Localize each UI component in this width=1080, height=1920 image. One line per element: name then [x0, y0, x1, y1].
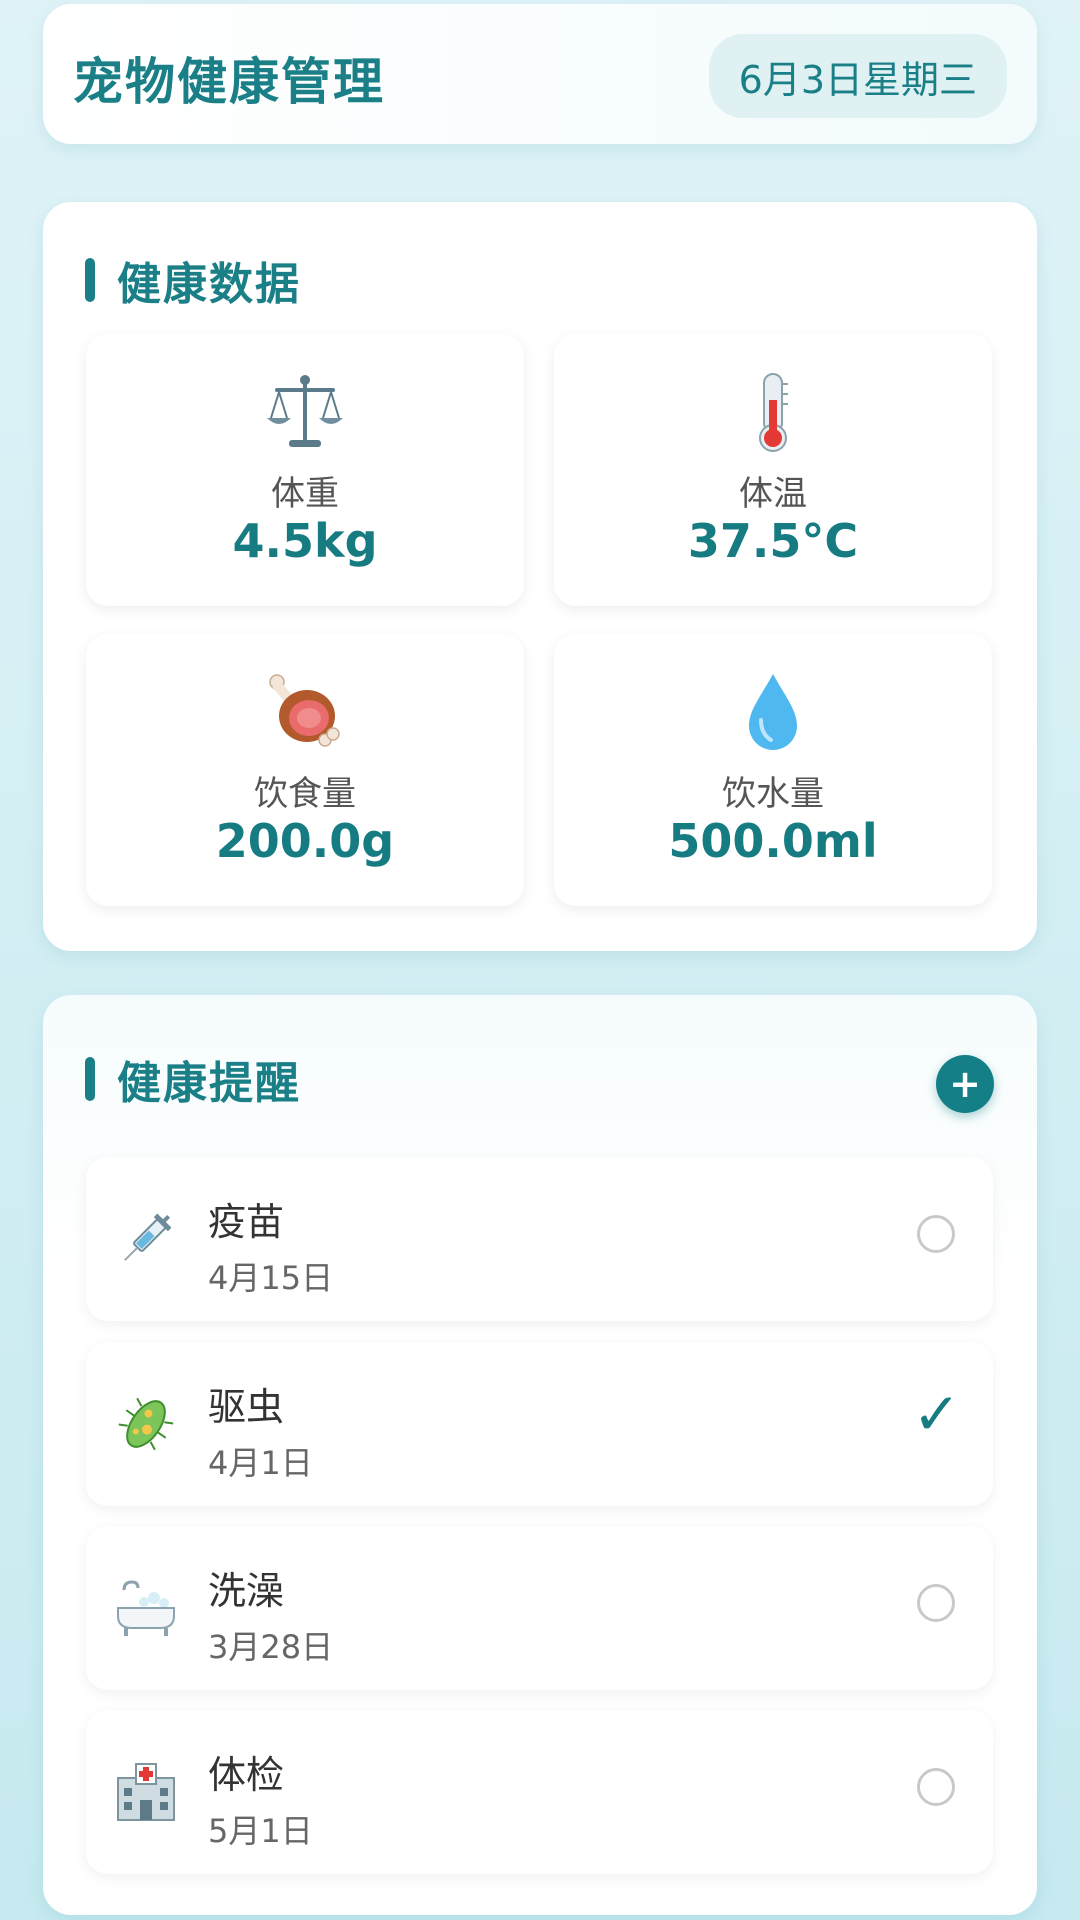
- stat-label: 饮食量: [254, 774, 356, 814]
- reminder-checkbox[interactable]: [917, 1584, 955, 1622]
- reminder-date: 5月1日: [208, 1812, 313, 1850]
- reminder-item-vaccine[interactable]: 疫苗 4月15日: [86, 1157, 993, 1321]
- reminder-item-deworm[interactable]: 驱虫 4月1日 ✓: [86, 1342, 993, 1506]
- reminder-item-checkup[interactable]: 体检 5月1日: [86, 1710, 993, 1874]
- thermometer-icon: [554, 370, 992, 454]
- reminder-date: 3月28日: [208, 1628, 334, 1666]
- stat-label: 体温: [739, 474, 807, 514]
- stat-value: 500.0ml: [668, 814, 878, 868]
- reminder-card: 健康提醒 + 疫苗 4月15日 驱虫 4月1日 ✓ 洗澡 3月28日 体检 5月…: [43, 995, 1037, 1915]
- health-data-card: 健康数据 体重 4.5kg 体温 37.5°C 饮食量 200.0g 饮水量 5…: [43, 202, 1037, 951]
- section-accent-bar: [85, 258, 95, 302]
- reminders-heading: 健康提醒: [85, 1047, 301, 1111]
- health-data-heading: 健康数据: [85, 248, 301, 312]
- stat-value: 200.0g: [215, 814, 395, 868]
- scale-icon: [86, 370, 524, 454]
- stat-weight[interactable]: 体重 4.5kg: [86, 334, 524, 606]
- water-drop-icon: [554, 670, 992, 754]
- stat-water[interactable]: 饮水量 500.0ml: [554, 634, 992, 906]
- hospital-icon: [114, 1750, 178, 1834]
- section-accent-bar: [85, 1057, 95, 1101]
- stat-label: 饮水量: [722, 774, 824, 814]
- stat-label: 体重: [271, 474, 339, 514]
- bathtub-icon: [114, 1566, 178, 1650]
- reminder-date: 4月1日: [208, 1444, 313, 1482]
- add-reminder-button[interactable]: +: [936, 1055, 994, 1113]
- microbe-icon: [114, 1382, 178, 1466]
- syringe-icon: [114, 1197, 178, 1281]
- meat-icon: [86, 670, 524, 754]
- reminder-checkbox[interactable]: [917, 1215, 955, 1253]
- completed-check-icon[interactable]: ✓: [912, 1380, 961, 1448]
- health-data-title: 健康数据: [117, 259, 301, 310]
- stat-temperature[interactable]: 体温 37.5°C: [554, 334, 992, 606]
- stat-food[interactable]: 饮食量 200.0g: [86, 634, 524, 906]
- app-title: 宠物健康管理: [73, 53, 385, 111]
- reminder-title: 体检: [208, 1753, 285, 1797]
- stat-value: 4.5kg: [232, 514, 378, 568]
- date-badge: 6月3日星期三: [708, 34, 1007, 118]
- reminders-title: 健康提醒: [117, 1058, 301, 1109]
- reminder-item-bath[interactable]: 洗澡 3月28日: [86, 1526, 993, 1690]
- reminder-title: 驱虫: [208, 1385, 285, 1429]
- reminder-checkbox[interactable]: [917, 1768, 955, 1806]
- reminder-title: 洗澡: [208, 1569, 285, 1613]
- header-card: 宠物健康管理 6月3日星期三: [43, 4, 1037, 144]
- stat-value: 37.5°C: [687, 514, 859, 568]
- reminder-date: 4月15日: [208, 1259, 334, 1297]
- reminder-title: 疫苗: [208, 1200, 285, 1244]
